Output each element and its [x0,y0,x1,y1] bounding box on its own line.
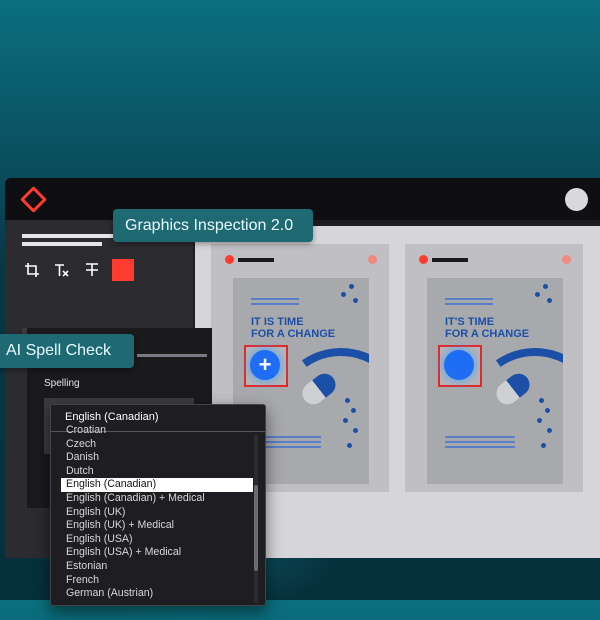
list-item[interactable]: English (USA) + Medical [61,546,253,560]
ai-spell-check-callout: AI Spell Check [0,334,134,368]
sidebar-heading-placeholder [22,234,114,238]
list-item[interactable]: Czech [61,438,253,452]
difference-marker[interactable]: + [244,345,288,387]
list-item[interactable]: Dutch [61,465,253,479]
poster-footer-lines [445,436,515,438]
strikethrough-text-icon[interactable] [82,260,102,280]
list-item[interactable]: Danish [61,451,253,465]
list-item[interactable]: Estonian [61,560,253,574]
difference-marker[interactable] [438,345,482,387]
pane-close-dot[interactable] [562,255,571,264]
circle-marker-icon [444,350,474,380]
list-item[interactable]: English (USA) [61,533,253,547]
text-format-icon[interactable] [52,260,72,280]
tool-row [22,258,134,282]
list-item[interactable]: French [61,574,253,588]
list-item-selected[interactable]: English (Canadian) [61,478,253,492]
spelling-label: Spelling [44,378,80,389]
pane-title-placeholder [238,258,274,262]
poster-revised: IT'S TIME FOR A CHANGE [427,278,563,484]
poster-header-lines [445,298,493,300]
selected-language: English (Canadian) [65,411,159,423]
language-dropdown[interactable]: English (Canadian) Croatian Czech Danish… [50,404,266,606]
pane-status-dot [225,255,234,264]
poster-title-left: IT IS TIME FOR A CHANGE [251,316,336,340]
poster-dots-graphic [531,278,557,484]
list-item[interactable]: Croatian [61,424,253,438]
spell-panel-heading-placeholder [137,354,207,357]
pane-title-placeholder [432,258,468,262]
pane-status-dot [419,255,428,264]
app-logo-icon[interactable] [20,186,47,213]
plus-icon: + [250,350,280,380]
dropdown-scroll-thumb[interactable] [254,485,258,571]
graphics-inspection-callout: Graphics Inspection 2.0 [113,209,313,242]
list-item[interactable]: German (Austrian) [61,587,253,601]
sidebar-subheading-placeholder [22,242,102,246]
revised-pane: IT'S TIME FOR A CHANGE [405,244,583,492]
poster-dots-graphic [337,278,363,484]
poster-header-lines [251,298,299,300]
color-swatch-icon[interactable] [112,259,134,281]
list-item[interactable]: English (Canadian) + Medical [61,492,253,506]
list-item[interactable]: English (UK) [61,506,253,520]
crop-icon[interactable] [22,260,42,280]
poster-title-right: IT'S TIME FOR A CHANGE [445,316,530,340]
avatar[interactable] [565,188,588,211]
language-options-list: Croatian Czech Danish Dutch English (Can… [61,424,253,601]
list-item[interactable]: English (UK) + Medical [61,519,253,533]
pane-close-dot[interactable] [368,255,377,264]
